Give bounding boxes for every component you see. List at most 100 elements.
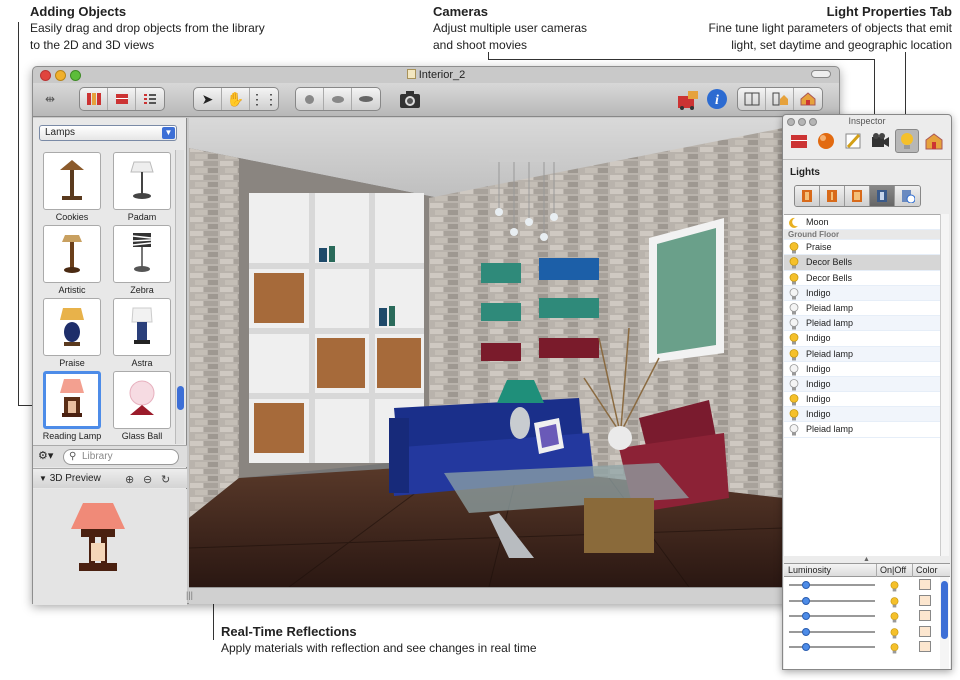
scrollbar-knob[interactable] (941, 581, 948, 639)
light-tab-icon[interactable] (895, 129, 919, 153)
annotation-text: Easily drag and drop objects from the li… (30, 21, 265, 35)
light-list-item[interactable]: Indigo (784, 376, 942, 393)
reading-lamp-preview (71, 503, 125, 571)
library-item[interactable]: Praise (39, 298, 105, 371)
library-view-icon[interactable] (80, 88, 108, 110)
light-list-item[interactable]: Moon (784, 215, 942, 231)
light-list-item[interactable]: Indigo (784, 362, 942, 377)
info-icon[interactable]: i (706, 88, 728, 115)
library-item[interactable]: Artistic (39, 225, 105, 298)
building-tab-icon[interactable] (922, 129, 946, 153)
zoom-in-icon[interactable]: ⊕ (125, 471, 134, 490)
scrollbar-knob[interactable] (177, 386, 184, 410)
color-swatch[interactable] (919, 625, 931, 637)
luminosity-row (784, 608, 950, 624)
inspector-zoom-button[interactable] (809, 118, 817, 126)
luminosity-slider[interactable] (789, 596, 875, 605)
color-swatch[interactable] (919, 594, 931, 606)
pointer-tool-icon[interactable]: ➤ (194, 88, 222, 110)
slider-knob[interactable] (802, 612, 811, 620)
toolbar-toggle-button[interactable] (811, 70, 831, 78)
category-select[interactable]: Lamps ▼ (39, 125, 177, 141)
light-list-scrollbar[interactable] (940, 214, 949, 556)
disclosure-triangle-icon[interactable]: ▼ (39, 474, 47, 483)
light-toggle-icon[interactable] (890, 579, 899, 592)
camera-mode-1-icon[interactable] (296, 88, 324, 110)
slider-knob[interactable] (802, 627, 811, 636)
search-icon: ⚲ (69, 451, 77, 462)
camera-mode-3-icon[interactable] (352, 88, 380, 110)
light-toggle-icon[interactable] (890, 641, 899, 654)
camera-icon[interactable] (399, 89, 421, 114)
light-toggle-icon[interactable] (890, 610, 899, 623)
light-list-item[interactable]: Pleiad lamp (784, 346, 942, 362)
resize-handle-icon[interactable]: ||| (186, 590, 193, 600)
color-swatch[interactable] (919, 641, 931, 652)
gear-icon[interactable]: ⚙▾ (38, 449, 53, 462)
view-mode-group (79, 87, 165, 111)
object-tab-icon[interactable] (787, 129, 811, 153)
light-list-item[interactable]: Indigo (784, 407, 942, 423)
inspector-minimize-button[interactable] (798, 118, 806, 126)
splitter-handle-icon[interactable]: ▲ (863, 556, 870, 563)
slider-knob[interactable] (802, 596, 811, 605)
light-list-item[interactable]: Decor Bells (784, 255, 942, 271)
light-toggle-icon[interactable] (890, 595, 899, 607)
color-swatch[interactable] (919, 610, 931, 621)
slider-knob[interactable] (802, 581, 811, 589)
list-view-icon[interactable] (136, 88, 164, 110)
zoom-button[interactable] (70, 70, 81, 81)
walk-tool-icon[interactable]: ⋮⋮ (250, 88, 278, 110)
plan-view-icon[interactable] (738, 88, 766, 110)
luminosity-slider[interactable] (789, 643, 875, 651)
material-tab-icon[interactable] (814, 129, 838, 153)
library-search-input[interactable]: ⚲ Library (63, 449, 179, 465)
zoom-out-icon[interactable]: ⊖ (143, 471, 152, 490)
light-list-item[interactable]: Indigo (784, 331, 942, 347)
camera-mode-2-icon[interactable] (324, 88, 352, 110)
library-scrollbar[interactable] (175, 150, 184, 444)
hand-tool-icon[interactable]: ✋ (222, 88, 250, 110)
luminosity-slider[interactable] (789, 627, 875, 636)
slider-knob[interactable] (802, 643, 811, 651)
furniture-view-icon[interactable] (108, 88, 136, 110)
room-render (189, 118, 783, 587)
luminosity-slider[interactable] (789, 612, 875, 620)
close-button[interactable] (40, 70, 51, 81)
light-mode-1-icon[interactable] (795, 186, 820, 206)
rotate-icon[interactable]: ↻ (161, 471, 170, 490)
light-list-item[interactable]: Pleiad lamp (784, 422, 942, 438)
light-list[interactable]: Moon Ground Floor Praise Decor Bells Decor B… (784, 214, 942, 556)
luminosity-scrollbar[interactable] (940, 577, 949, 669)
edit-tab-icon[interactable] (841, 129, 865, 153)
3d-preview[interactable] (33, 489, 187, 605)
light-list-item[interactable]: Indigo (784, 392, 942, 408)
split-view-icon[interactable]: ⇹ (45, 92, 55, 106)
light-list-item[interactable]: Pleiad lamp (784, 316, 942, 332)
light-list-item[interactable]: Pleiad lamp (784, 301, 942, 317)
library-item[interactable]: Cookies (39, 152, 105, 225)
color-swatch[interactable] (919, 579, 931, 590)
3d-view-canvas[interactable] (189, 118, 783, 587)
minimize-button[interactable] (55, 70, 66, 81)
light-mode-3-icon[interactable] (845, 186, 870, 206)
light-list-item[interactable]: Decor Bells (784, 271, 942, 286)
camera-tab-icon[interactable] (868, 129, 892, 153)
luminosity-slider[interactable] (789, 581, 875, 589)
library-item[interactable]: Padam (109, 152, 175, 225)
light-list-item[interactable]: Praise (784, 240, 942, 256)
library-item[interactable]: Glass Ball (109, 371, 175, 444)
3d-view-icon[interactable] (794, 88, 822, 110)
library-item[interactable]: Zebra (109, 225, 175, 298)
light-toggle-icon[interactable] (890, 626, 899, 638)
inspector-close-button[interactable] (787, 118, 795, 126)
render-icon[interactable] (676, 88, 702, 115)
search-placeholder: Library (82, 451, 113, 462)
daytime-clock-icon[interactable] (895, 186, 920, 206)
split-3d-view-icon[interactable] (766, 88, 794, 110)
library-item[interactable]: Reading Lamp (39, 371, 105, 444)
library-item[interactable]: Astra (109, 298, 175, 371)
light-mode-4-icon[interactable] (870, 186, 895, 206)
light-mode-2-icon[interactable] (820, 186, 845, 206)
light-list-item[interactable]: Indigo (784, 285, 942, 301)
